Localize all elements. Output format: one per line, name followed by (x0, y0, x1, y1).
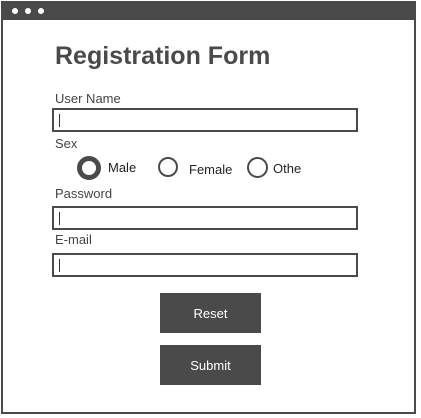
password-input[interactable] (52, 206, 358, 230)
window-title-bar (3, 3, 414, 20)
window-dot-icon[interactable] (38, 8, 44, 14)
radio-female-label[interactable]: Female (189, 162, 232, 177)
password-label: Password (55, 186, 113, 201)
radio-checked-icon[interactable] (77, 156, 101, 180)
text-caret (59, 259, 60, 272)
page-title: Registration Form (55, 42, 271, 70)
text-caret (59, 114, 60, 127)
submit-button[interactable]: Submit (160, 345, 261, 385)
reset-button[interactable]: Reset (160, 293, 261, 333)
radio-unchecked-icon[interactable] (247, 157, 268, 178)
window-dot-icon[interactable] (25, 8, 31, 14)
username-input[interactable] (52, 108, 358, 132)
radio-unchecked-icon[interactable] (158, 157, 178, 177)
text-caret (59, 212, 60, 225)
email-label: E-mail (55, 232, 92, 247)
window-dot-icon[interactable] (12, 8, 18, 14)
username-label: User Name (55, 91, 121, 106)
radio-male-label[interactable]: Male (108, 160, 136, 175)
email-input[interactable] (52, 253, 358, 277)
radio-other-label[interactable]: Othe (273, 161, 301, 176)
sex-label: Sex (55, 136, 78, 151)
